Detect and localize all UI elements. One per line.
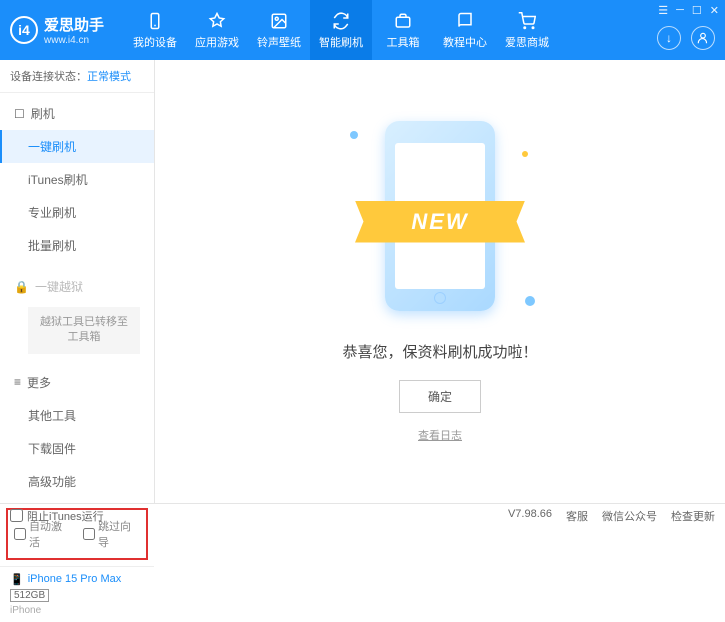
apps-icon [207, 11, 227, 31]
storage-badge: 512GB [10, 589, 49, 602]
window-controls: ☰ ─ ☐ ✕ [658, 4, 719, 17]
phone-icon [145, 11, 165, 31]
app-header: i4 爱思助手 www.i4.cn 我的设备 应用游戏 铃声壁纸 智能刷机 工具… [0, 0, 725, 60]
sidebar-item-tools[interactable]: 其他工具 [0, 399, 154, 432]
sidebar-item-itunes[interactable]: iTunes刷机 [0, 163, 154, 196]
nav-store[interactable]: 爱思商城 [496, 0, 558, 60]
new-ribbon: NEW [355, 201, 525, 243]
sidebar-item-pro[interactable]: 专业刷机 [0, 196, 154, 229]
nav-tutorials[interactable]: 教程中心 [434, 0, 496, 60]
support-link[interactable]: 客服 [566, 508, 588, 524]
block-itunes-checkbox[interactable]: 阻止iTunes运行 [10, 508, 104, 524]
sidebar-item-firmware[interactable]: 下载固件 [0, 432, 154, 465]
nav-flash[interactable]: 智能刷机 [310, 0, 372, 60]
sidebar-item-batch[interactable]: 批量刷机 [0, 229, 154, 262]
nav-toolbox[interactable]: 工具箱 [372, 0, 434, 60]
jailbreak-note: 越狱工具已转移至工具箱 [28, 307, 140, 354]
list-icon: ≡ [14, 375, 21, 389]
phone-small-icon: 📱 [10, 573, 24, 586]
download-button[interactable]: ↓ [657, 26, 681, 50]
device-name[interactable]: 📱iPhone 15 Pro Max [10, 573, 144, 586]
nav-ringtones[interactable]: 铃声壁纸 [248, 0, 310, 60]
lock-icon: 🔒 [14, 280, 29, 294]
nav-my-device[interactable]: 我的设备 [124, 0, 186, 60]
minimize-icon[interactable]: ─ [676, 4, 684, 17]
ok-button[interactable]: 确定 [399, 380, 481, 413]
book-icon [455, 11, 475, 31]
logo: i4 爱思助手 www.i4.cn [10, 14, 104, 46]
success-message: 恭喜您，保资料刷机成功啦！ [342, 341, 537, 362]
device-type: iPhone [10, 605, 144, 616]
menu-icon[interactable]: ☰ [658, 4, 668, 17]
sidebar-flash-header[interactable]: ☐刷机 [0, 97, 154, 130]
update-link[interactable]: 检查更新 [671, 508, 715, 524]
sidebar-item-oneclick[interactable]: 一键刷机 [0, 130, 154, 163]
flash-icon: ☐ [14, 107, 25, 121]
maximize-icon[interactable]: ☐ [692, 4, 702, 17]
phone-illustration: NEW [370, 121, 510, 321]
user-button[interactable] [691, 26, 715, 50]
app-title: 爱思助手 [44, 14, 104, 35]
app-subtitle: www.i4.cn [44, 35, 104, 46]
toolbox-icon [393, 11, 413, 31]
top-nav: 我的设备 应用游戏 铃声壁纸 智能刷机 工具箱 教程中心 爱思商城 [124, 0, 558, 60]
image-icon [269, 11, 289, 31]
sidebar-item-advanced[interactable]: 高级功能 [0, 465, 154, 498]
connection-status: 设备连接状态：正常模式 [0, 60, 154, 93]
close-icon[interactable]: ✕ [710, 4, 719, 17]
sidebar-jailbreak-header: 🔒一键越狱 [0, 270, 154, 303]
view-log-link[interactable]: 查看日志 [418, 427, 462, 443]
version-label: V7.98.66 [508, 508, 552, 524]
sidebar: 设备连接状态：正常模式 ☐刷机 一键刷机 iTunes刷机 专业刷机 批量刷机 … [0, 60, 155, 503]
nav-apps[interactable]: 应用游戏 [186, 0, 248, 60]
logo-icon: i4 [10, 16, 38, 44]
cart-icon [517, 11, 537, 31]
sidebar-more-header[interactable]: ≡更多 [0, 366, 154, 399]
refresh-icon [331, 11, 351, 31]
main-content: NEW 恭喜您，保资料刷机成功啦！ 确定 查看日志 [155, 60, 725, 503]
wechat-link[interactable]: 微信公众号 [602, 508, 657, 524]
device-info: 📱iPhone 15 Pro Max 512GB iPhone [0, 566, 154, 622]
